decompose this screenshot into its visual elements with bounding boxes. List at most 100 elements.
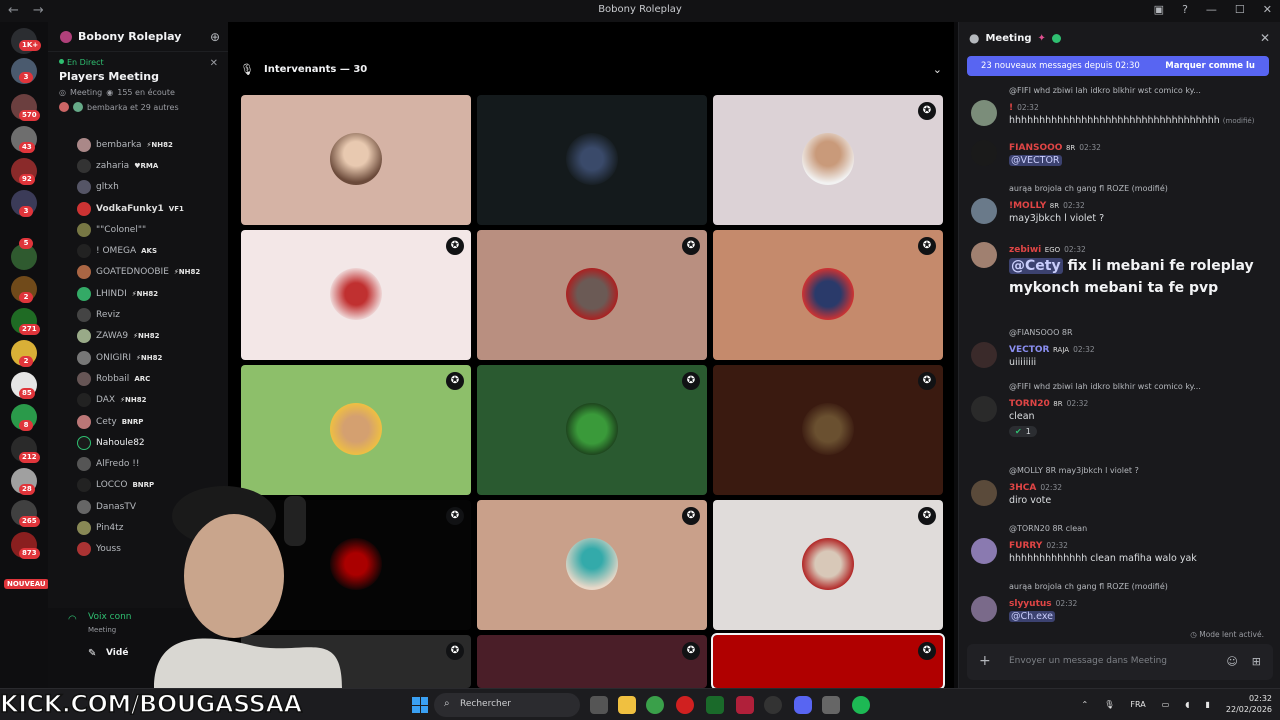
username[interactable]: ! xyxy=(1009,103,1013,113)
speaker-tile[interactable]: ✪ xyxy=(713,365,943,495)
member-item[interactable]: Cety BNRP xyxy=(48,411,228,432)
member-tag: ♥RMA xyxy=(134,161,159,170)
mark-read-button[interactable]: Marquer comme lu xyxy=(1165,61,1255,71)
add-member-icon[interactable]: ⊕ xyxy=(210,30,220,44)
server-badge: 271 xyxy=(19,324,40,335)
reply-preview[interactable]: @FIANSOOO 8R xyxy=(1009,328,1073,337)
file-explorer-icon[interactable] xyxy=(618,696,636,714)
obs-icon[interactable] xyxy=(764,696,782,714)
terminal-icon[interactable] xyxy=(706,696,724,714)
app-icon[interactable] xyxy=(822,696,840,714)
member-item[interactable]: ""Colonel"" xyxy=(48,219,228,240)
close-icon[interactable]: ✕ xyxy=(210,58,218,69)
member-item[interactable]: LHINDI ⚡NH82 xyxy=(48,283,228,304)
avatar xyxy=(77,393,91,408)
speaker-tile[interactable]: ✪ xyxy=(241,230,471,360)
avatar[interactable] xyxy=(971,242,997,268)
chevron-down-icon[interactable]: ⌄ xyxy=(933,63,942,76)
member-name: bembarka xyxy=(96,139,142,150)
member-item[interactable]: Reviz xyxy=(48,304,228,325)
clock[interactable]: 02:32 22/02/2026 xyxy=(1226,693,1272,715)
task-view-icon[interactable] xyxy=(590,696,608,714)
reply-preview[interactable]: @FIFI whd zbiwi lah idkro blkhir wst com… xyxy=(1009,382,1201,391)
mention[interactable]: @Ch.exe xyxy=(1009,611,1056,622)
reply-preview[interactable]: @TORN20 8R clean xyxy=(1009,524,1087,533)
chrome-icon[interactable] xyxy=(646,696,664,714)
username[interactable]: 3HCA xyxy=(1009,483,1036,493)
speaker-tile[interactable] xyxy=(477,95,707,225)
message-input[interactable]: Envoyer un message dans Meeting xyxy=(1009,656,1167,666)
speaker-tile[interactable]: ✪ xyxy=(477,500,707,630)
battery-icon[interactable]: ▮ xyxy=(1205,700,1209,709)
language-indicator[interactable]: FRA xyxy=(1130,700,1145,709)
live-event-card[interactable]: En Direct Players Meeting ◎ Meeting ◉ 15… xyxy=(48,52,228,116)
speaker-tile[interactable]: ✪ xyxy=(713,95,943,225)
help-icon[interactable]: ? xyxy=(1182,3,1188,16)
speaker-tile[interactable]: ✪ xyxy=(477,230,707,360)
username[interactable]: VECTOR xyxy=(1009,345,1049,355)
close-window-button[interactable]: ✕ xyxy=(1263,3,1272,16)
avatar[interactable] xyxy=(971,480,997,506)
speaker-tile[interactable]: ✪ xyxy=(713,230,943,360)
member-item[interactable]: VodkaFunky1 VF1 xyxy=(48,198,228,219)
member-item[interactable]: ! OMEGA AKS xyxy=(48,240,228,261)
member-item[interactable]: zaharia ♥RMA xyxy=(48,155,228,176)
volume-icon[interactable]: ◖ xyxy=(1185,700,1189,709)
avatar[interactable] xyxy=(971,396,997,422)
new-messages-bar[interactable]: 23 nouveaux messages depuis 02:30 Marque… xyxy=(967,56,1269,76)
video-off-icon[interactable]: ✎ xyxy=(88,648,96,659)
avatar[interactable] xyxy=(971,538,997,564)
avatar[interactable] xyxy=(971,100,997,126)
attach-plus-icon[interactable]: + xyxy=(979,653,991,669)
emoji-icon[interactable]: ☺ xyxy=(1226,655,1237,668)
microphone-icon[interactable]: 🎙 xyxy=(1104,700,1114,709)
member-item[interactable]: bembarka ⚡NH82 xyxy=(48,134,228,155)
speaker-tile[interactable] xyxy=(241,95,471,225)
message-composer[interactable]: + Envoyer un message dans Meeting ☺ ⊞ xyxy=(967,644,1273,680)
member-item[interactable]: ZAWA9 ⚡NH82 xyxy=(48,326,228,347)
chevron-up-icon[interactable]: ⌃ xyxy=(1082,700,1089,709)
network-icon[interactable]: ▭ xyxy=(1162,700,1170,709)
video-button[interactable]: Vidé xyxy=(106,648,128,658)
member-item[interactable]: GOATEDNOOBIE ⚡NH82 xyxy=(48,262,228,283)
reply-preview[interactable]: aurąa brojola ch gang fl ROZE (modifié) xyxy=(1009,184,1168,193)
member-item[interactable]: ONIGIRI ⚡NH82 xyxy=(48,347,228,368)
avatar xyxy=(73,102,83,112)
speaker-tile[interactable]: ✪ xyxy=(477,635,707,688)
apps-icon[interactable]: ⊞ xyxy=(1252,655,1261,668)
member-item[interactable]: gltxh xyxy=(48,177,228,198)
username[interactable]: FIANSOOO xyxy=(1009,143,1062,153)
member-item[interactable]: Robbail ARC xyxy=(48,368,228,389)
windows-start-icon[interactable] xyxy=(412,697,428,713)
username[interactable]: slyyutus xyxy=(1009,599,1052,609)
mention[interactable]: @VECTOR xyxy=(1009,155,1062,166)
avatar[interactable] xyxy=(971,198,997,224)
avatar[interactable] xyxy=(971,596,997,622)
avatar[interactable] xyxy=(971,342,997,368)
username[interactable]: FURRY xyxy=(1009,541,1042,551)
avatar[interactable] xyxy=(971,140,997,166)
speaker-tile[interactable]: ✪ xyxy=(713,500,943,630)
reply-preview[interactable]: @MOLLY 8R may3jbkch l violet ? xyxy=(1009,466,1139,475)
member-item[interactable]: DAX ⚡NH82 xyxy=(48,390,228,411)
username[interactable]: zebiwi xyxy=(1009,245,1041,255)
username[interactable]: TORN20 xyxy=(1009,399,1050,409)
inbox-icon[interactable]: ▣ xyxy=(1154,3,1164,16)
maximize-button[interactable]: ☐ xyxy=(1235,3,1245,16)
guild-header[interactable]: Bobony Roleplay ⊕ xyxy=(48,22,228,52)
taskbar-search[interactable]: ⌕ Rechercher xyxy=(434,693,580,717)
reply-preview[interactable]: @FIFI whd zbiwi lah idkro blkhir wst com… xyxy=(1009,86,1201,95)
speaker-tile[interactable]: ✪ xyxy=(711,633,945,690)
minimize-button[interactable]: — xyxy=(1206,3,1217,16)
speaker-tile[interactable]: ✪ xyxy=(477,365,707,495)
discord-icon[interactable] xyxy=(794,696,812,714)
member-item[interactable]: Nahoule82 xyxy=(48,432,228,453)
reaction-chip[interactable]: ✔ 1 xyxy=(1009,426,1037,437)
username[interactable]: !MOLLY xyxy=(1009,201,1046,211)
spotify-icon[interactable] xyxy=(852,696,870,714)
opera-icon[interactable] xyxy=(676,696,694,714)
mention[interactable]: @Cety xyxy=(1009,258,1063,274)
reply-preview[interactable]: aurąa brojola ch gang fl ROZE (modifié) xyxy=(1009,582,1168,591)
close-chat-icon[interactable]: ✕ xyxy=(1260,31,1270,45)
app-icon[interactable] xyxy=(736,696,754,714)
